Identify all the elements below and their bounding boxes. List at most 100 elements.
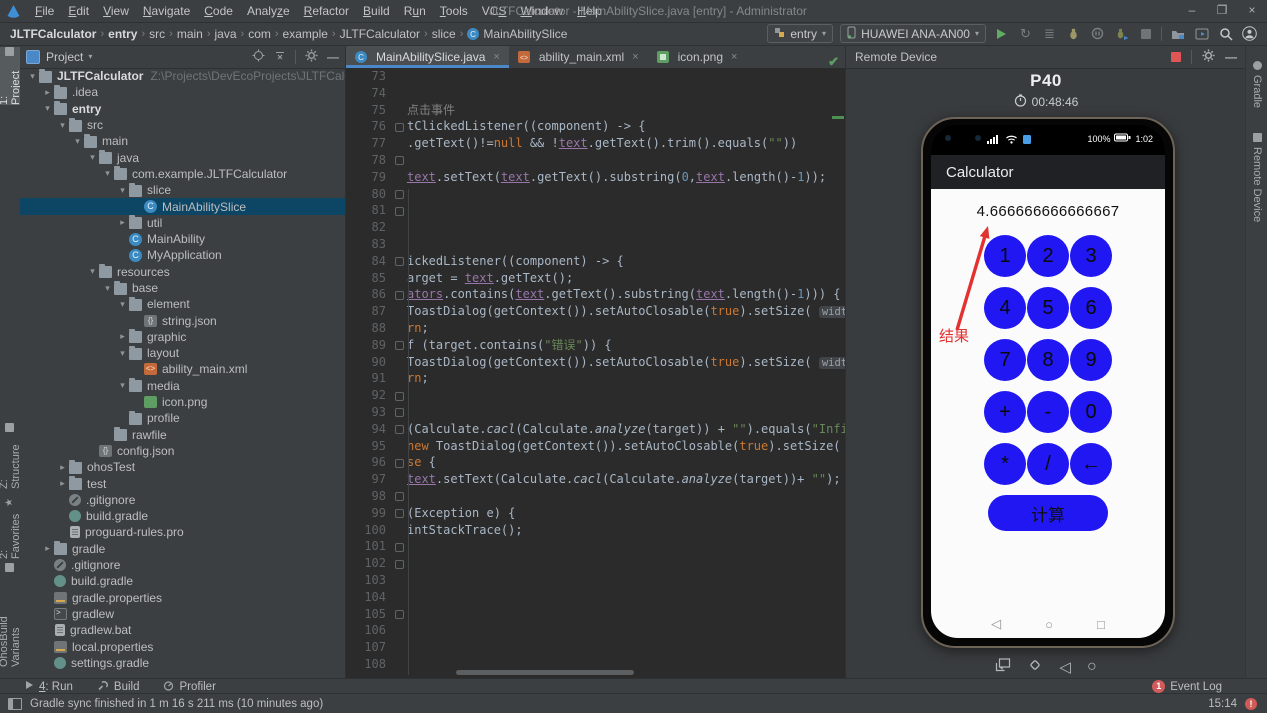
tool-tab-build[interactable]: Build [97,680,139,694]
run-config-list-icon[interactable]: ≣ [1041,25,1058,42]
expand-arrow-icon[interactable]: ▾ [26,71,39,82]
expand-arrow-icon[interactable]: ▾ [56,120,69,131]
calc-key-6[interactable]: 6 [1070,287,1112,329]
editor-tab-icon.png[interactable]: icon.png × [648,45,747,68]
calc-key-4[interactable]: 4 [984,287,1026,329]
tree-item-gradlew[interactable]: gradlew [20,606,345,622]
project-structure-icon[interactable] [1169,25,1186,42]
device-home-icon[interactable]: ○ [1087,658,1097,676]
fold-marker-icon[interactable] [395,408,404,418]
breadcrumb-slice[interactable]: slice [432,27,456,41]
tree-item-MainAbility[interactable]: MainAbility [20,231,345,247]
tree-item-rawfile[interactable]: rawfile [20,427,345,443]
tree-item-element[interactable]: ▾ element [20,296,345,312]
tree-item-.gitignore[interactable]: .gitignore [20,492,345,508]
expand-arrow-icon[interactable]: ▾ [116,380,129,391]
minimize-button[interactable]: – [1177,0,1207,22]
calc-key-0[interactable]: 0 [1070,391,1112,433]
screenshot-icon[interactable] [995,658,1011,676]
gear-icon[interactable] [1202,49,1215,65]
expand-arrow-icon[interactable]: ▾ [71,136,84,147]
tree-item-util[interactable]: ▸ util [20,215,345,231]
tool-tab-profiler[interactable]: Profiler [163,680,216,694]
fold-marker-icon[interactable] [395,509,404,519]
search-everywhere-icon[interactable] [1217,25,1234,42]
profile-button[interactable] [1089,25,1106,42]
tree-item-test[interactable]: ▸ test [20,475,345,491]
tree-item-config.json[interactable]: config.json [20,443,345,459]
expand-arrow-icon[interactable]: ▾ [101,283,114,294]
calc-key-+[interactable]: + [984,391,1026,433]
collapse-arrow-icon[interactable]: ▸ [116,217,129,228]
tree-item-gradlew.bat[interactable]: gradlew.bat [20,622,345,638]
locate-file-icon[interactable] [252,49,265,65]
menu-analyze[interactable]: Analyze [240,0,297,22]
close-button[interactable]: × [1237,0,1267,22]
editor-tab-ability_main.xml[interactable]: <> ability_main.xml × [509,45,648,68]
tool-window-switcher-icon[interactable] [8,698,22,710]
collapse-arrow-icon[interactable]: ▸ [56,478,69,489]
expand-arrow-icon[interactable]: ▾ [116,348,129,359]
tree-item-ohosTest[interactable]: ▸ ohosTest [20,459,345,475]
fold-marker-icon[interactable] [395,425,404,435]
breadcrumb-mainabilityslice[interactable]: C MainAbilitySlice [467,27,567,41]
stop-button[interactable] [1137,25,1154,42]
fold-marker-icon[interactable] [395,341,404,351]
fold-marker-icon[interactable] [395,559,404,569]
module-selector[interactable]: entry ▾ [767,24,834,43]
close-tab-icon[interactable]: × [493,51,499,63]
fold-marker-icon[interactable] [395,290,404,300]
code-area[interactable]: 73 74 75 点击事件 76 tClickedListener((component)… [346,68,846,678]
tool-button-gradle[interactable]: Gradle [1246,61,1267,119]
tree-item-layout[interactable]: ▾ layout [20,345,345,361]
expand-arrow-icon[interactable]: ▾ [116,299,129,310]
fold-marker-icon[interactable] [395,122,404,132]
tree-item-build.gradle[interactable]: build.gradle [20,573,345,589]
tool-button-build-variants[interactable]: OhosBuild Variants [0,563,22,667]
nav-recents-icon[interactable]: □ [1097,617,1105,632]
editor-tab-MainAbilitySlice.java[interactable]: C MainAbilitySlice.java × [346,45,509,68]
fold-marker-icon[interactable] [395,610,404,619]
tree-item-.gitignore[interactable]: .gitignore [20,557,345,573]
breadcrumb-example[interactable]: example [283,27,328,41]
tree-item-profile[interactable]: profile [20,410,345,426]
calc-equals-button[interactable]: 计算 [988,495,1108,531]
tree-item-graphic[interactable]: ▸ graphic [20,329,345,345]
tool-tab-run[interactable]: 4: Run [24,680,73,693]
tree-item-settings.gradle[interactable]: settings.gradle [20,655,345,671]
tool-button-remote-device[interactable]: Remote Device [1246,133,1267,241]
menu-file[interactable]: File [28,0,61,22]
maximize-button[interactable]: ❐ [1207,0,1237,22]
tree-item-MyApplication[interactable]: MyApplication [20,247,345,263]
event-log-button[interactable]: 1 Event Log [1152,680,1222,693]
breadcrumb-jltfcalculator[interactable]: JLTFCalculator [10,27,96,41]
fold-marker-icon[interactable] [395,391,404,401]
menu-code[interactable]: Code [197,0,240,22]
breadcrumb-java[interactable]: java [215,27,237,41]
tree-item-main[interactable]: ▾ main [20,133,345,149]
device-selector[interactable]: HUAWEI ANA-AN00 ▾ [840,24,986,43]
nav-home-icon[interactable]: ○ [1045,617,1053,632]
tree-item-resources[interactable]: ▾ resources [20,264,345,280]
breadcrumb-src[interactable]: src [149,27,165,41]
calc-key-3[interactable]: 3 [1070,235,1112,277]
calc-key-9[interactable]: 9 [1070,339,1112,381]
calc-key-/[interactable]: / [1027,443,1069,485]
profile-avatar-icon[interactable] [1241,25,1258,42]
expand-arrow-icon[interactable]: ▾ [41,103,54,114]
tree-item-JLTFCalculator[interactable]: ▾ JLTFCalculator Z:\Projects\DevEcoProject… [20,68,345,84]
tree-item-build.gradle[interactable]: build.gradle [20,508,345,524]
device-back-icon[interactable]: ◁ [1059,658,1071,676]
calc-key-backspace[interactable]: ← [1070,443,1112,485]
tree-item-gradle[interactable]: ▸ gradle [20,541,345,557]
tree-item-.idea[interactable]: ▸ .idea [20,84,345,100]
close-tab-icon[interactable]: × [731,51,737,63]
tree-item-MainAbilitySlice[interactable]: MainAbilitySlice [20,198,345,215]
fold-marker-icon[interactable] [395,190,404,200]
fold-marker-icon[interactable] [395,492,404,502]
menu-tools[interactable]: Tools [433,0,475,22]
debug-button[interactable] [1065,25,1082,42]
notification-icon[interactable]: ! [1245,698,1257,710]
tree-item-java[interactable]: ▾ java [20,149,345,165]
tree-item-proguard-rules.pro[interactable]: proguard-rules.pro [20,524,345,540]
